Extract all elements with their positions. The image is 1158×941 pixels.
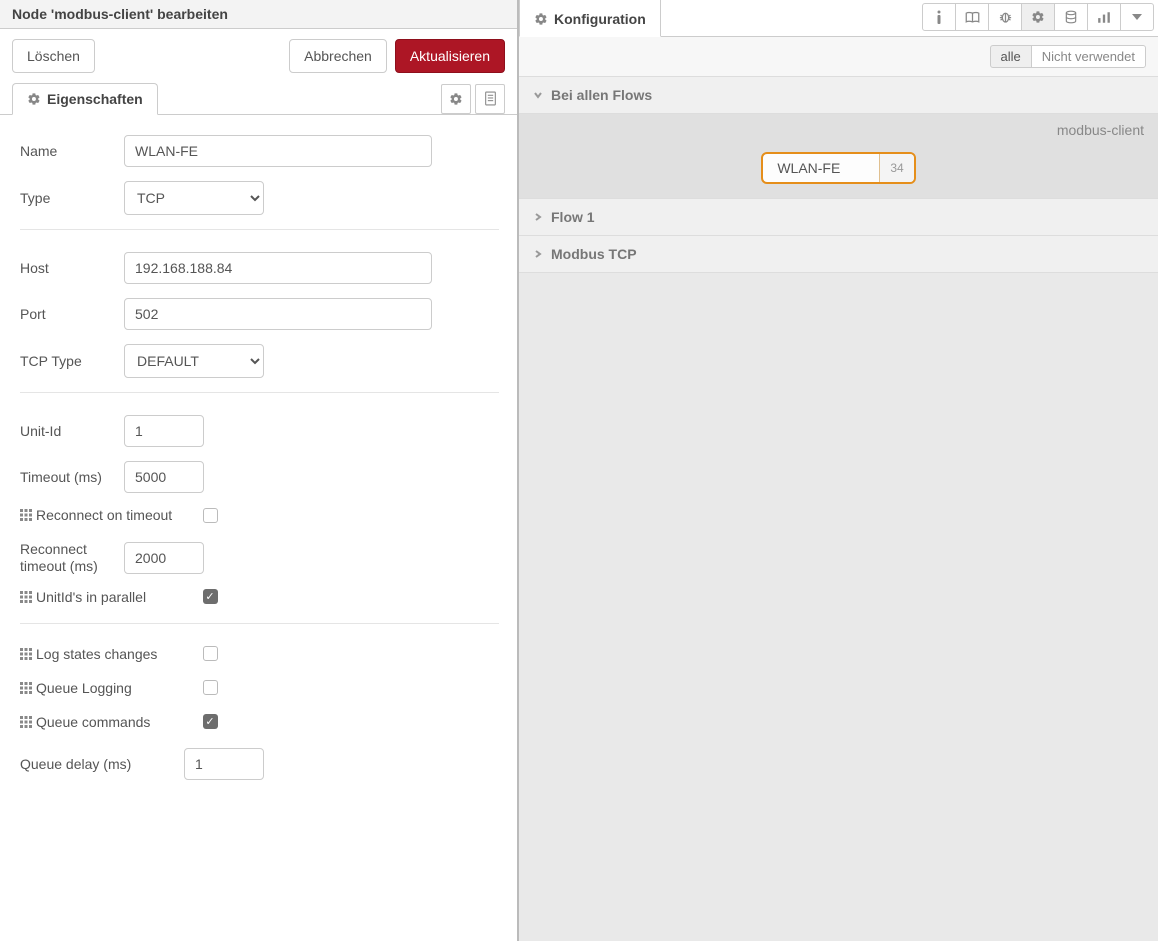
tab-configuration-label: Konfiguration — [554, 11, 646, 27]
grid-icon — [20, 509, 32, 521]
database-icon — [1064, 10, 1078, 24]
log-states-checkbox[interactable] — [203, 646, 218, 661]
context-tab-button[interactable] — [1054, 3, 1088, 31]
port-label: Port — [20, 306, 124, 322]
name-input[interactable] — [124, 135, 432, 167]
document-icon — [484, 91, 497, 106]
tcptype-label: TCP Type — [20, 353, 124, 369]
chart-icon — [1097, 11, 1111, 24]
grid-icon — [20, 591, 32, 603]
config-filter-row: alle Nicht verwendet — [519, 37, 1158, 77]
editor-title: Node 'modbus-client' bearbeiten — [0, 0, 517, 29]
section-flow1-label: Flow 1 — [551, 209, 595, 225]
gear-icon — [27, 92, 41, 106]
chevron-right-icon — [533, 249, 543, 259]
grid-icon — [20, 648, 32, 660]
tab-configuration[interactable]: Konfiguration — [519, 0, 661, 37]
name-label: Name — [20, 143, 124, 159]
chevron-down-icon — [533, 90, 543, 100]
filter-all-button[interactable]: alle — [990, 45, 1032, 68]
unitid-label: Unit-Id — [20, 423, 124, 439]
config-tab-button[interactable] — [1021, 3, 1055, 31]
editor-tabs-row: Eigenschaften — [0, 83, 517, 115]
timeout-label: Timeout (ms) — [20, 469, 124, 485]
info-tab-button[interactable] — [922, 3, 956, 31]
queue-logging-checkbox[interactable] — [203, 680, 218, 695]
host-label: Host — [20, 260, 124, 276]
config-node-wlan-fe[interactable]: WLAN-FE 34 — [761, 152, 915, 184]
grid-icon — [20, 682, 32, 694]
host-input[interactable] — [124, 252, 432, 284]
timeout-input[interactable] — [124, 461, 204, 493]
queue-delay-input[interactable] — [184, 748, 264, 780]
unitid-input[interactable] — [124, 415, 204, 447]
bug-icon — [998, 10, 1013, 24]
parallel-checkbox[interactable]: ✓ — [203, 589, 218, 604]
queue-commands-label: Queue commands — [20, 714, 190, 730]
recon-timeout-input[interactable] — [124, 542, 204, 574]
gear-icon — [449, 92, 463, 106]
help-tab-button[interactable] — [955, 3, 989, 31]
config-type-label: modbus-client — [519, 114, 1158, 142]
recon-timeout-label: Reconnect timeout (ms) — [20, 541, 124, 575]
queue-logging-label: Queue Logging — [20, 680, 190, 696]
delete-button[interactable]: Löschen — [12, 39, 95, 73]
chevron-right-icon — [533, 212, 543, 222]
gear-icon — [1031, 10, 1045, 24]
gear-icon — [534, 12, 548, 26]
port-input[interactable] — [124, 298, 432, 330]
info-icon — [936, 10, 942, 24]
dashboard-tab-button[interactable] — [1087, 3, 1121, 31]
tcptype-select[interactable]: DEFAULT — [124, 344, 264, 378]
sidebar-menu-button[interactable] — [1120, 3, 1154, 31]
type-label: Type — [20, 190, 124, 206]
editor-toolbar: Löschen Abbrechen Aktualisieren — [0, 29, 517, 83]
node-settings-icon-button[interactable] — [441, 84, 471, 114]
log-states-label: Log states changes — [20, 646, 190, 662]
tab-properties[interactable]: Eigenschaften — [12, 83, 158, 115]
reconnect-label: Reconnect on timeout — [20, 507, 190, 523]
sidebar-panel: Konfiguration — [518, 0, 1158, 941]
config-node-count: 34 — [879, 154, 913, 182]
update-button[interactable]: Aktualisieren — [395, 39, 505, 73]
tab-properties-label: Eigenschaften — [47, 91, 143, 107]
section-flow1[interactable]: Flow 1 — [519, 199, 1158, 236]
caret-down-icon — [1132, 14, 1142, 20]
cancel-button[interactable]: Abbrechen — [289, 39, 387, 73]
queue-delay-label: Queue delay (ms) — [20, 756, 184, 772]
section-modbus-label: Modbus TCP — [551, 246, 637, 262]
reconnect-checkbox[interactable] — [203, 508, 218, 523]
book-icon — [965, 11, 980, 24]
queue-commands-checkbox[interactable]: ✓ — [203, 714, 218, 729]
type-select[interactable]: TCP — [124, 181, 264, 215]
section-modbus-tcp[interactable]: Modbus TCP — [519, 236, 1158, 273]
filter-unused-button[interactable]: Nicht verwendet — [1031, 45, 1146, 68]
section-all-flows-label: Bei allen Flows — [551, 87, 652, 103]
properties-form: Name Type TCP Host Port TCP Type DEFAULT — [0, 115, 517, 941]
grid-icon — [20, 716, 32, 728]
parallel-label: UnitId's in parallel — [20, 589, 190, 605]
debug-tab-button[interactable] — [988, 3, 1022, 31]
editor-panel: Node 'modbus-client' bearbeiten Löschen … — [0, 0, 518, 941]
config-node-label: WLAN-FE — [763, 160, 879, 176]
section-all-flows[interactable]: Bei allen Flows — [519, 77, 1158, 114]
node-description-icon-button[interactable] — [475, 84, 505, 114]
